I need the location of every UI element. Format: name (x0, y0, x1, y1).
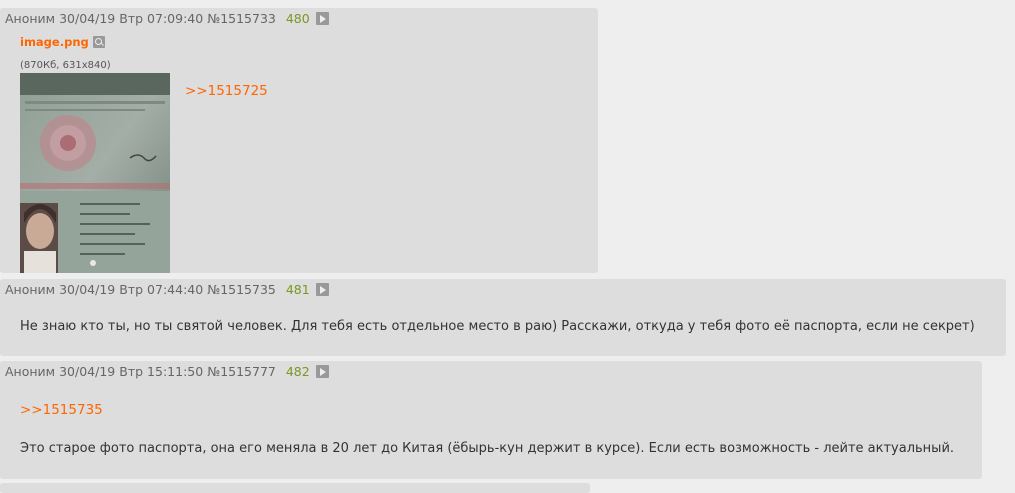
post-weekday: Втр (119, 11, 144, 26)
post-weekday: Втр (119, 364, 144, 379)
expand-icon[interactable] (315, 283, 329, 296)
post-reply-number: 482 (285, 364, 310, 379)
post-header: Аноним 30/04/19 Втр 07:44:40 №1515735 48… (5, 282, 329, 297)
post-date: 30/04/19 (59, 364, 116, 379)
post: Аноним 30/04/19 Втр 15:11:50 №1515777 48… (0, 361, 982, 479)
expand-icon[interactable] (315, 365, 329, 378)
post-weekday: Втр (119, 282, 144, 297)
file-meta: (870Кб, 631x840) (20, 60, 111, 71)
post-time: 15:11:50 (147, 364, 204, 379)
post: Аноним 30/04/19 Втр 07:09:40 №1515733 48… (0, 8, 598, 273)
image-search-icon[interactable] (92, 36, 105, 48)
post-number-link[interactable]: №1515735 (207, 282, 276, 297)
image-thumbnail[interactable] (20, 73, 170, 273)
post-author: Аноним (5, 364, 56, 379)
post-message: Не знаю кто ты, но ты святой человек. Дл… (20, 319, 975, 334)
post-message: Это старое фото паспорта, она его меняла… (20, 441, 955, 456)
post-reply-number: 480 (285, 11, 310, 26)
passport-photo-image (20, 73, 170, 273)
post-author: Аноним (5, 282, 56, 297)
post-time: 07:44:40 (147, 282, 204, 297)
file-attachment: image.png (20, 35, 105, 49)
post-header: Аноним 30/04/19 Втр 15:11:50 №1515777 48… (5, 364, 329, 379)
post-number-link[interactable]: №1515777 (207, 364, 276, 379)
post-time: 07:09:40 (147, 11, 204, 26)
post-date: 30/04/19 (59, 11, 116, 26)
reply-link[interactable]: >>1515735 (20, 402, 103, 418)
file-name-link[interactable]: image.png (20, 35, 89, 49)
post: Аноним 30/04/19 Втр 07:44:40 №1515735 48… (0, 279, 1006, 356)
post-header: Аноним 30/04/19 Втр 07:09:40 №1515733 48… (5, 11, 329, 26)
post-reply-number: 481 (285, 282, 310, 297)
reply-link[interactable]: >>1515725 (185, 83, 268, 99)
post-date: 30/04/19 (59, 282, 116, 297)
expand-icon[interactable] (315, 12, 329, 25)
post-number-link[interactable]: №1515733 (207, 11, 276, 26)
post-author: Аноним (5, 11, 56, 26)
next-post-edge (0, 483, 590, 493)
